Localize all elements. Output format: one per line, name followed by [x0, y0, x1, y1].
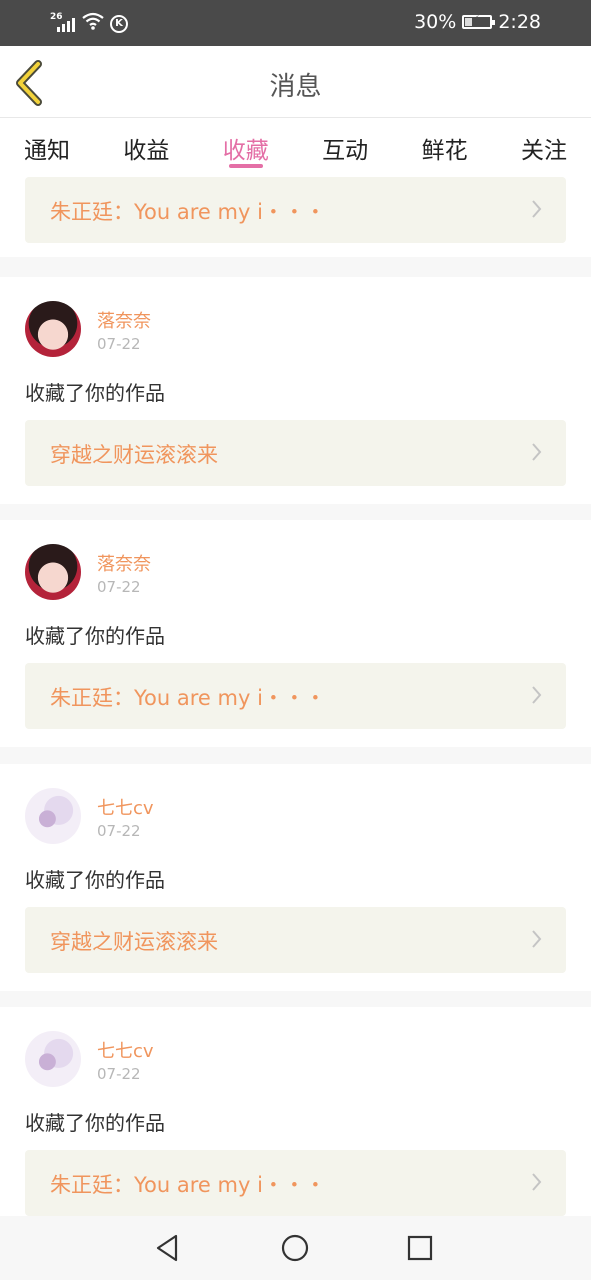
- user-name[interactable]: 七七cv: [97, 794, 154, 820]
- tab-earnings[interactable]: 收益: [123, 119, 169, 171]
- k-icon: K: [110, 14, 128, 33]
- work-link[interactable]: 穿越之财运滚滚来: [25, 420, 566, 486]
- message-list: 朱正廷：You are my i・・・ 落奈奈 07-22 收藏了你的作品 穿越…: [0, 171, 591, 1216]
- list-item: 落奈奈 07-22 收藏了你的作品 穿越之财运滚滚来: [0, 277, 591, 504]
- tab-interactions[interactable]: 互动: [322, 119, 368, 171]
- tab-flowers[interactable]: 鲜花: [422, 119, 468, 171]
- action-text: 收藏了你的作品: [25, 868, 165, 892]
- chevron-right-icon: [532, 1173, 542, 1191]
- tab-follows[interactable]: 关注: [521, 119, 567, 171]
- user-avatar[interactable]: [25, 544, 81, 600]
- work-link[interactable]: 朱正廷：You are my i・・・: [25, 1150, 566, 1216]
- system-nav-bar: [0, 1216, 591, 1280]
- list-item: 落奈奈 07-22 收藏了你的作品 朱正廷：You are my i・・・: [0, 520, 591, 747]
- date: 07-22: [97, 578, 141, 596]
- signal-icon: 26: [50, 11, 76, 34]
- user-name[interactable]: 落奈奈: [97, 550, 151, 576]
- work-link[interactable]: 穿越之财运滚滚来: [25, 907, 566, 973]
- action-text: 收藏了你的作品: [25, 624, 165, 648]
- chevron-right-icon: [532, 200, 542, 218]
- clock: 2:28: [498, 11, 541, 33]
- date: 07-22: [97, 1065, 141, 1083]
- work-title: 穿越之财运滚滚来: [50, 443, 218, 467]
- work-title: 朱正廷：You are my i・・・: [50, 1173, 326, 1197]
- list-item: 朱正廷：You are my i・・・: [0, 171, 591, 257]
- tab-notifications[interactable]: 通知: [24, 119, 70, 171]
- action-text: 收藏了你的作品: [25, 1111, 165, 1135]
- user-name[interactable]: 七七cv: [97, 1037, 154, 1063]
- chevron-right-icon: [532, 686, 542, 704]
- tab-bar: 通知 收益 收藏 互动 鲜花 关注: [0, 119, 591, 171]
- action-text: 收藏了你的作品: [25, 381, 165, 405]
- recents-square-icon[interactable]: [404, 1232, 436, 1264]
- date: 07-22: [97, 822, 141, 840]
- user-avatar[interactable]: [25, 301, 81, 357]
- status-bar: 26 K 30% ⚡ 2:28: [0, 0, 591, 46]
- back-triangle-icon[interactable]: [152, 1232, 184, 1264]
- date: 07-22: [97, 335, 141, 353]
- battery-icon: ⚡: [462, 13, 496, 29]
- status-icons-right: 30% ⚡ 2:28: [414, 11, 541, 33]
- chevron-right-icon: [532, 930, 542, 948]
- page-title: 消息: [269, 72, 322, 102]
- work-title: 朱正廷：You are my i・・・: [50, 686, 326, 710]
- list-item: 七七cv 07-22 收藏了你的作品 朱正廷：You are my i・・・: [0, 1007, 591, 1216]
- tab-favorites[interactable]: 收藏: [223, 119, 269, 171]
- chevron-right-icon: [532, 443, 542, 461]
- list-item: 七七cv 07-22 收藏了你的作品 穿越之财运滚滚来: [0, 764, 591, 991]
- wifi-icon: [82, 12, 104, 35]
- work-title: 穿越之财运滚滚来: [50, 930, 218, 954]
- battery-percent: 30%: [414, 11, 457, 33]
- status-icons-left: 26 K: [50, 12, 128, 35]
- work-title: 朱正廷：You are my i・・・: [50, 200, 326, 224]
- work-link[interactable]: 朱正廷：You are my i・・・: [25, 177, 566, 243]
- home-circle-icon[interactable]: [279, 1232, 311, 1264]
- network-type: 26: [50, 11, 63, 22]
- header: 消息: [0, 46, 591, 118]
- user-name[interactable]: 落奈奈: [97, 307, 151, 333]
- user-avatar[interactable]: [25, 788, 81, 844]
- user-avatar[interactable]: [25, 1031, 81, 1087]
- active-tab-indicator: [228, 164, 263, 168]
- work-link[interactable]: 朱正廷：You are my i・・・: [25, 663, 566, 729]
